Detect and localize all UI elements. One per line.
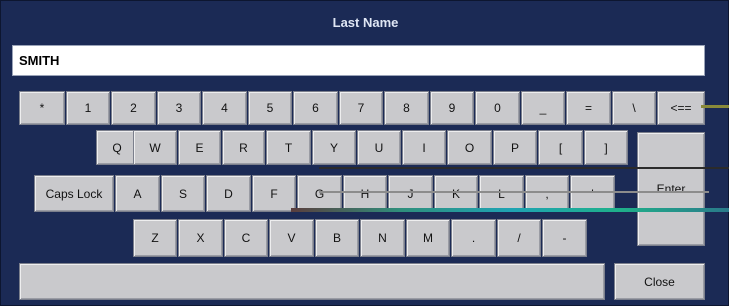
- key-n[interactable]: N: [360, 219, 405, 257]
- key-y[interactable]: Y: [312, 130, 356, 165]
- key-7[interactable]: 7: [339, 91, 383, 125]
- key-3[interactable]: 3: [157, 91, 201, 125]
- key-v[interactable]: V: [269, 219, 314, 257]
- enter-key[interactable]: Enter: [637, 132, 705, 246]
- key-0[interactable]: 0: [475, 91, 520, 125]
- key-j[interactable]: J: [388, 175, 433, 212]
- key-x[interactable]: X: [178, 219, 223, 257]
- key-l[interactable]: L: [479, 175, 524, 212]
- key-backslash[interactable]: \: [612, 91, 656, 125]
- key-c[interactable]: C: [224, 219, 268, 257]
- key-k[interactable]: K: [434, 175, 478, 212]
- key-9[interactable]: 9: [430, 91, 474, 125]
- key-q[interactable]: Q: [96, 130, 138, 165]
- key-t[interactable]: T: [266, 130, 311, 165]
- key-w[interactable]: W: [133, 130, 177, 165]
- backspace-key[interactable]: <==: [657, 91, 705, 125]
- key-o[interactable]: O: [447, 130, 492, 165]
- key-8[interactable]: 8: [384, 91, 429, 125]
- key-semicolon[interactable]: ;: [525, 175, 569, 212]
- key-6[interactable]: 6: [293, 91, 338, 125]
- keyboard-dialog: Last Name SMITH * 1 2 3 4 5 6 7 8 9 0 _ …: [0, 0, 729, 306]
- key-4[interactable]: 4: [202, 91, 247, 125]
- key-equals[interactable]: =: [566, 91, 611, 125]
- render-artifact-line: [701, 105, 729, 108]
- key-period[interactable]: .: [451, 219, 496, 257]
- key-asterisk[interactable]: *: [19, 91, 65, 125]
- caps-lock-key[interactable]: Caps Lock: [34, 175, 114, 212]
- key-1[interactable]: 1: [66, 91, 110, 125]
- key-minus[interactable]: -: [542, 219, 587, 257]
- key-e[interactable]: E: [178, 130, 221, 165]
- key-h[interactable]: H: [343, 175, 387, 212]
- key-s[interactable]: S: [161, 175, 205, 212]
- key-p[interactable]: P: [493, 130, 537, 165]
- key-r[interactable]: R: [222, 130, 265, 165]
- key-left-bracket[interactable]: [: [538, 130, 583, 165]
- close-button[interactable]: Close: [614, 263, 705, 300]
- key-d[interactable]: D: [206, 175, 251, 212]
- space-bar[interactable]: [19, 263, 605, 300]
- key-z[interactable]: Z: [133, 219, 177, 257]
- key-slash[interactable]: /: [497, 219, 541, 257]
- key-5[interactable]: 5: [248, 91, 292, 125]
- key-m[interactable]: M: [406, 219, 450, 257]
- key-2[interactable]: 2: [111, 91, 156, 125]
- last-name-input[interactable]: SMITH: [12, 45, 705, 76]
- key-underscore[interactable]: _: [521, 91, 565, 125]
- key-f[interactable]: F: [252, 175, 296, 212]
- key-i[interactable]: I: [402, 130, 446, 165]
- key-u[interactable]: U: [357, 130, 401, 165]
- key-apostrophe[interactable]: ': [570, 175, 615, 212]
- key-a[interactable]: A: [115, 175, 160, 212]
- key-b[interactable]: B: [315, 219, 359, 257]
- key-g[interactable]: G: [297, 175, 342, 212]
- key-right-bracket[interactable]: ]: [584, 130, 628, 165]
- dialog-title: Last Name: [332, 15, 399, 30]
